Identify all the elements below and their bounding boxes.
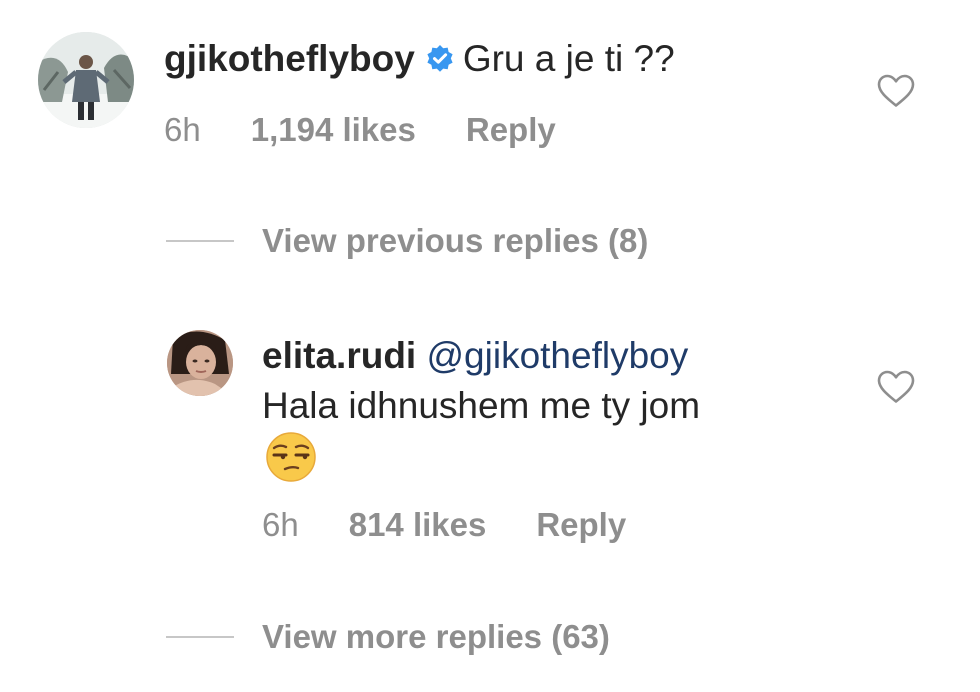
comment-reply-button[interactable]: Reply — [466, 111, 556, 148]
comment-body: Gru a je ti ?? — [462, 38, 675, 79]
reply-meta: 6h 814 likes Reply — [262, 505, 626, 545]
reply-avatar-photo — [167, 330, 233, 396]
comments-thread: gjikotheflyboy Gru a je ti ?? 6h 1,194 lik… — [0, 0, 980, 692]
reply-username[interactable]: elita.rudi — [262, 335, 416, 376]
comment-likes[interactable]: 1,194 likes — [251, 111, 416, 148]
divider-dash — [166, 240, 234, 243]
heart-outline-icon[interactable] — [877, 370, 915, 404]
comment-username[interactable]: gjikotheflyboy — [164, 38, 415, 79]
comment-text-line: gjikotheflyboy Gru a je ti ?? — [164, 37, 675, 81]
reply-body: Hala idhnushem me ty jom — [262, 385, 701, 426]
avatar-photo — [38, 32, 134, 128]
reply-avatar[interactable] — [167, 330, 233, 396]
reply-likes[interactable]: 814 likes — [349, 506, 487, 543]
reply-reply-button[interactable]: Reply — [536, 506, 626, 543]
view-more-replies-label: View more replies (63) — [262, 618, 610, 655]
view-previous-replies-label: View previous replies (8) — [262, 222, 649, 259]
view-previous-replies-button[interactable]: View previous replies (8) — [166, 221, 648, 261]
verified-badge-icon — [425, 40, 455, 72]
view-more-replies-button[interactable]: View more replies (63) — [166, 617, 610, 657]
avatar[interactable] — [38, 32, 134, 128]
comment-meta: 6h 1,194 likes Reply — [164, 110, 556, 150]
heart-outline-icon[interactable] — [877, 74, 915, 108]
reply-mention-link[interactable]: @gjikotheflyboy — [426, 335, 688, 376]
comment-time: 6h — [164, 111, 201, 148]
unamused-face-emoji — [265, 431, 317, 483]
reply-time: 6h — [262, 506, 299, 543]
reply-text-line: elita.rudi @gjikotheflyboy — [262, 334, 688, 378]
divider-dash — [166, 636, 234, 639]
